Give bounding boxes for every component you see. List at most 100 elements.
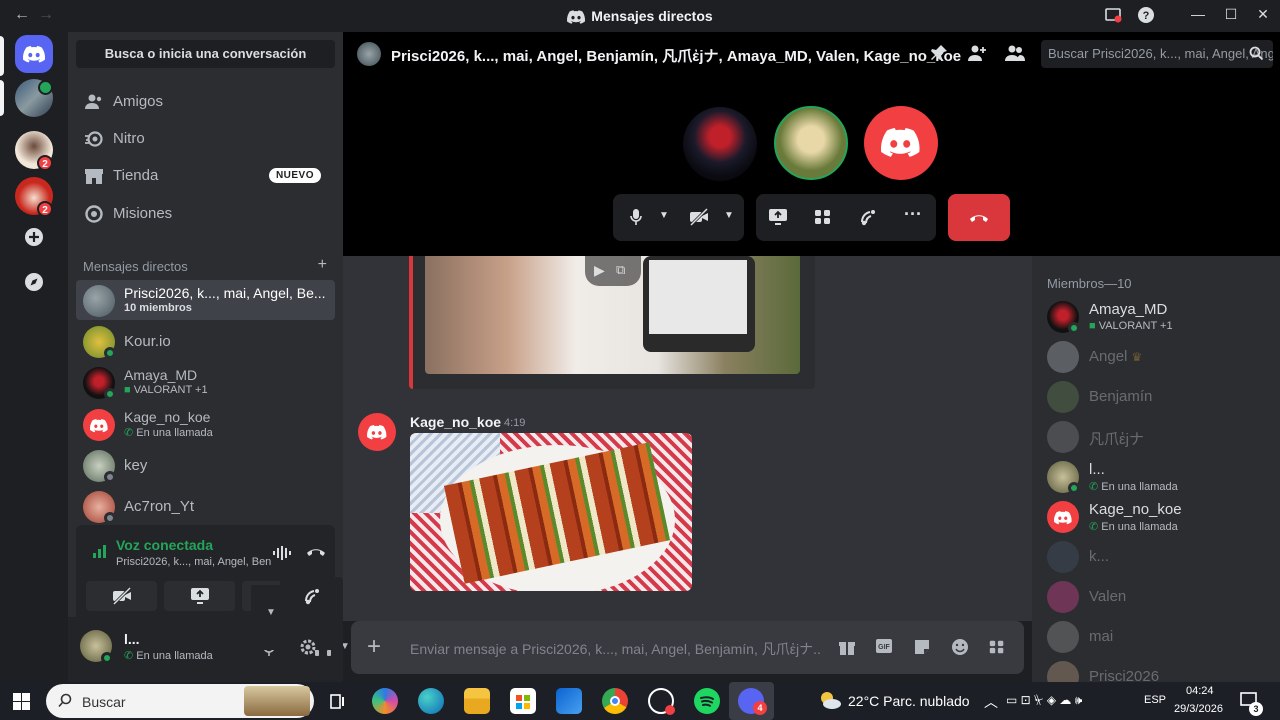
nav-friends[interactable]: Amigos — [76, 84, 335, 120]
share-screen-button[interactable] — [164, 581, 235, 611]
add-server-icon[interactable] — [24, 227, 44, 247]
group-name[interactable]: Prisci2026, k..., mai, Angel, Benjamín, … — [391, 45, 961, 66]
participant-avatar-kage[interactable] — [864, 106, 938, 180]
dm-activity: ✆ En una llamada — [124, 426, 213, 439]
clock-app-icon[interactable] — [648, 688, 675, 715]
taskbar-search-placeholder: Buscar — [82, 694, 126, 710]
language-indicator[interactable]: ESP — [1144, 694, 1166, 706]
member-amaya[interactable]: Amaya_MD ■ VALORANT +1 — [1040, 296, 1272, 336]
help-icon[interactable]: ? — [1137, 6, 1159, 26]
edge-app-icon[interactable] — [418, 688, 444, 714]
window-title: Mensajes directos — [0, 8, 1280, 24]
weather-text[interactable]: 22°C Parc. nublado — [848, 693, 970, 709]
activities-icon[interactable] — [813, 208, 833, 226]
member-kage[interactable]: Kage_no_koe ✆ En una llamada — [1040, 496, 1272, 536]
direct-messages-home[interactable] — [15, 35, 53, 73]
video-play-controls[interactable]: ▶ ⧉ — [585, 256, 641, 286]
discord-taskbar-button[interactable]: 4 — [729, 682, 774, 720]
open-external-icon[interactable]: ⧉ — [616, 262, 625, 278]
nav-quests[interactable]: Misiones — [76, 196, 335, 232]
dm-name: Prisci2026, k..., mai, Angel, Be... — [124, 285, 326, 301]
chevron-down-icon[interactable]: ▼ — [724, 210, 734, 221]
pin-icon[interactable] — [930, 44, 948, 62]
add-friends-icon[interactable] — [967, 44, 987, 62]
member-k[interactable]: k... — [1040, 536, 1272, 576]
dm-item-ac7ron[interactable]: Ac7ron_Yt — [76, 486, 335, 526]
spotify-app-icon[interactable] — [694, 688, 720, 714]
message-author[interactable]: Kage_no_koe — [410, 414, 501, 430]
discover-icon[interactable] — [24, 272, 44, 292]
copilot-app-icon[interactable] — [372, 688, 398, 714]
conversation-search-button[interactable]: Busca o inicia una conversación — [76, 40, 335, 68]
clock-time[interactable]: 04:24 — [1186, 685, 1214, 697]
disconnect-icon[interactable] — [306, 545, 326, 559]
close-icon[interactable]: ✕ — [1252, 6, 1274, 26]
dm-item-kourio[interactable]: Kour.io — [76, 321, 335, 361]
member-mai[interactable]: mai — [1040, 616, 1272, 656]
dm-name: Amaya_MD — [124, 367, 198, 383]
nav-shop[interactable]: Tienda NUEVO — [76, 158, 335, 194]
dm-item-kage[interactable]: Kage_no_koe ✆ En una llamada — [76, 404, 335, 444]
add-attachment-icon[interactable]: + — [367, 635, 381, 659]
hang-up-button[interactable] — [948, 194, 1010, 241]
mic-camera-controls: ▼ ▼ — [613, 194, 744, 241]
member-prisci[interactable]: Prisci2026 — [1040, 656, 1272, 682]
weather-icon[interactable] — [818, 690, 842, 710]
chevron-down-icon[interactable]: ▼ — [659, 210, 669, 221]
dm-item-group[interactable]: Prisci2026, k..., mai, Angel, Be... 10 m… — [76, 280, 335, 320]
soundboard-icon[interactable] — [858, 208, 878, 226]
create-dm-icon[interactable]: + — [318, 256, 327, 274]
share-screen-icon[interactable] — [768, 208, 788, 226]
chevron-down-icon[interactable]: ▼ — [266, 607, 276, 618]
gif-icon[interactable]: GIF — [875, 638, 893, 654]
avatar — [1047, 621, 1079, 653]
message-author-avatar[interactable] — [358, 413, 396, 451]
sticker-icon[interactable] — [913, 638, 931, 656]
member-self[interactable]: l... ✆ En una llamada — [1040, 456, 1272, 496]
voice-soundboard-button[interactable] — [280, 577, 343, 615]
voice-channel-name[interactable]: Prisci2026, k..., mai, Angel, Benjamín, … — [116, 556, 271, 568]
voice-status-title[interactable]: Voz conectada — [116, 537, 213, 553]
emoji-icon[interactable] — [951, 638, 969, 656]
dm-item-key[interactable]: key — [76, 445, 335, 485]
outlook-app-icon[interactable] — [556, 688, 582, 714]
inbox-icon[interactable] — [1104, 6, 1126, 26]
member-angel[interactable]: Angel ♛ — [1040, 336, 1272, 376]
toggle-camera-button[interactable] — [86, 581, 157, 611]
chat-search-input[interactable]: Buscar Prisci2026, k..., mai, Angel, Ang… — [1041, 40, 1273, 68]
maximize-icon[interactable]: ☐ — [1220, 6, 1242, 26]
clock-date[interactable]: 29/3/2026 — [1174, 703, 1223, 715]
noise-suppression-icon[interactable] — [272, 545, 292, 561]
file-explorer-app-icon[interactable] — [464, 688, 490, 714]
apps-icon[interactable] — [988, 638, 1006, 656]
member-activity-text: En una llamada — [1101, 481, 1178, 493]
quests-icon — [84, 204, 104, 224]
more-options-icon[interactable]: ··· — [904, 204, 922, 225]
tray-icons[interactable]: ▭ ⊡ ⏧ ◈ ☁ 🕪 — [1006, 693, 1082, 708]
attached-image-skewers[interactable] — [410, 433, 692, 591]
chrome-app-icon[interactable] — [602, 688, 628, 714]
play-icon[interactable]: ▶ — [594, 262, 605, 279]
taskbar-search-input[interactable]: Buscar — [46, 684, 314, 718]
task-view-icon[interactable] — [329, 693, 346, 710]
windows-start-icon[interactable] — [13, 693, 30, 710]
member-name: l... — [1089, 461, 1105, 478]
settings-gear-icon-overlay[interactable] — [299, 638, 317, 656]
message-composer[interactable]: + Enviar mensaje a Prisci2026, k..., mai… — [351, 621, 1024, 674]
member-list-icon[interactable] — [1005, 44, 1025, 62]
dm-item-amaya[interactable]: Amaya_MD ■ VALORANT +1 — [76, 362, 335, 402]
member-4[interactable]: 凡爪ἐjナ — [1040, 416, 1272, 456]
search-icon — [58, 693, 73, 708]
microphone-icon[interactable] — [629, 208, 643, 226]
video-thumbnail[interactable]: ▶ ⧉ — [425, 256, 800, 374]
gift-icon[interactable] — [838, 638, 856, 656]
show-hidden-icons[interactable]: ︿ — [984, 692, 998, 712]
participant-avatar-amaya[interactable] — [683, 107, 757, 181]
member-benjamin[interactable]: Benjamín — [1040, 376, 1272, 416]
camera-off-icon[interactable] — [689, 208, 709, 226]
store-app-icon[interactable] — [510, 688, 536, 714]
participant-avatar-user[interactable] — [774, 106, 848, 180]
nav-nitro[interactable]: Nitro — [76, 121, 335, 157]
member-valen[interactable]: Valen — [1040, 576, 1272, 616]
minimize-icon[interactable]: — — [1187, 6, 1209, 26]
